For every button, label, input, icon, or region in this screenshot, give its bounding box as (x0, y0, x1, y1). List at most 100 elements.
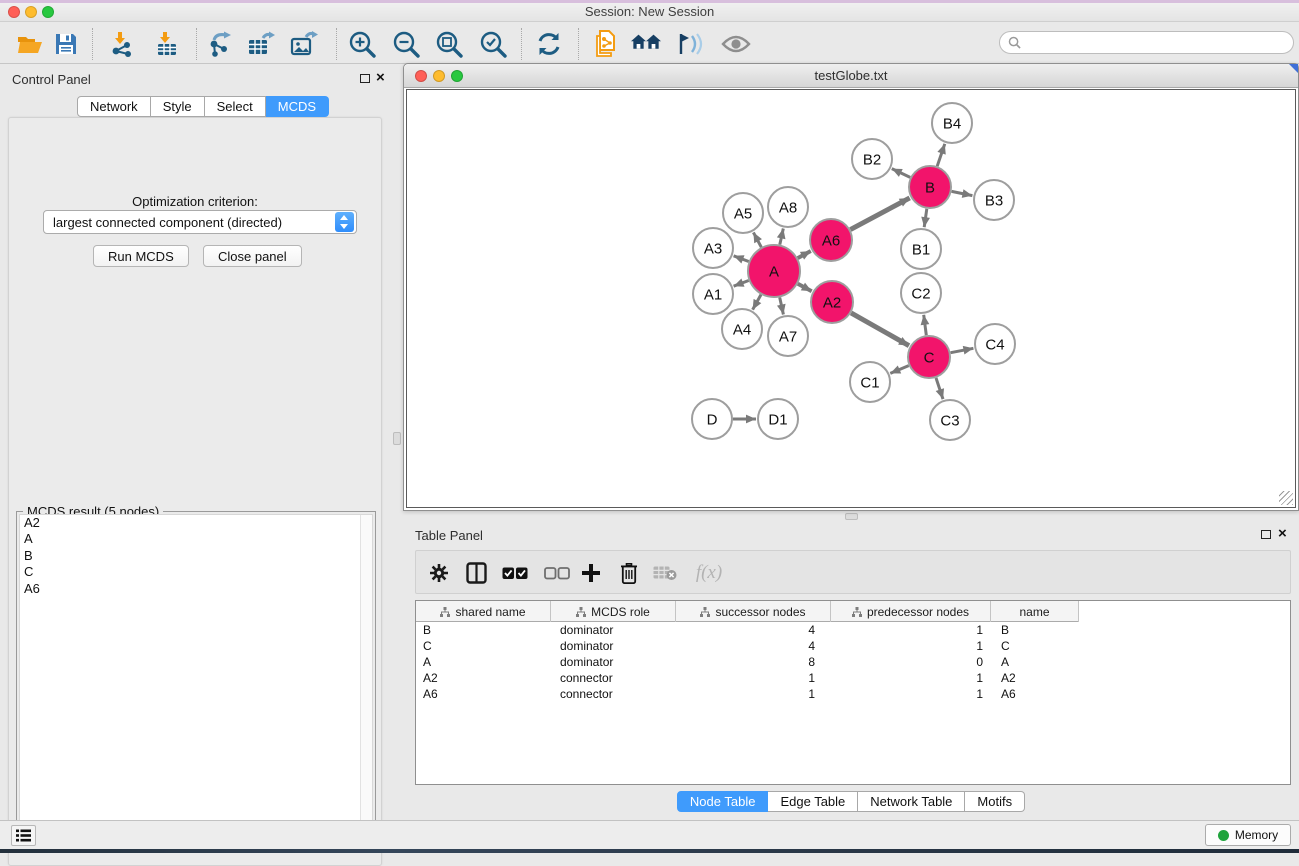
column-header-shared-name[interactable]: shared name (416, 601, 551, 622)
zoom-selected-icon[interactable] (478, 30, 508, 58)
tab-network-table[interactable]: Network Table (858, 791, 965, 812)
table-row[interactable]: Cdominator41C (416, 638, 1290, 654)
node-B1[interactable]: B1 (901, 229, 941, 269)
cell-shared-name[interactable]: A (416, 654, 551, 670)
edge-B-B1[interactable] (924, 209, 927, 227)
horizontal-splitter-handle[interactable] (845, 513, 858, 520)
edge-B-B3[interactable] (952, 191, 973, 195)
node-A5[interactable]: A5 (723, 193, 763, 233)
cell-MCDS-role[interactable]: dominator (551, 654, 676, 670)
tab-motifs[interactable]: Motifs (965, 791, 1025, 812)
edge-C-C2[interactable] (924, 315, 927, 335)
network-graph[interactable]: B4B2BB3A5A8A6A3B1AA1C2A2A4A7C4CC1C3DD1 (407, 90, 1297, 510)
control-panel-float-icon[interactable] (360, 74, 370, 83)
node-B4[interactable]: B4 (932, 103, 972, 143)
edge-B-B4[interactable] (937, 144, 945, 166)
edge-C-C4[interactable] (951, 348, 974, 352)
open-session-icon[interactable] (15, 30, 45, 58)
table-panel-close-icon[interactable]: × (1278, 525, 1287, 543)
column-header-predecessor-nodes[interactable]: predecessor nodes (831, 601, 991, 622)
column-header-MCDS-role[interactable]: MCDS role (551, 601, 676, 622)
node-D[interactable]: D (692, 399, 732, 439)
home-pages-icon[interactable] (631, 30, 661, 58)
table-row[interactable]: Adominator80A (416, 654, 1290, 670)
cell-name[interactable]: A6 (991, 686, 1079, 702)
mcds-result-item[interactable]: C (20, 564, 372, 580)
tab-style[interactable]: Style (151, 96, 205, 117)
export-image-icon[interactable] (289, 30, 319, 58)
column-header-successor-nodes[interactable]: successor nodes (676, 601, 831, 622)
node-B3[interactable]: B3 (974, 180, 1014, 220)
tab-mcds[interactable]: MCDS (266, 96, 329, 117)
run-mcds-button[interactable]: Run MCDS (93, 245, 189, 267)
cell-MCDS-role[interactable]: dominator (551, 638, 676, 654)
select-all-icon[interactable] (500, 558, 530, 588)
node-C4[interactable]: C4 (975, 324, 1015, 364)
column-header-name[interactable]: name (991, 601, 1079, 622)
import-network-icon[interactable] (107, 30, 137, 58)
memory-button[interactable]: Memory (1205, 824, 1291, 846)
close-panel-button[interactable]: Close panel (203, 245, 302, 267)
edge-A-A1[interactable] (734, 281, 749, 287)
cell-MCDS-role[interactable]: connector (551, 686, 676, 702)
node-B[interactable]: B (909, 166, 951, 208)
cell-MCDS-role[interactable]: dominator (551, 622, 676, 638)
node-A[interactable]: A (748, 245, 800, 297)
node-A7[interactable]: A7 (768, 316, 808, 356)
cell-MCDS-role[interactable]: connector (551, 670, 676, 686)
control-panel-close-icon[interactable]: × (376, 69, 385, 87)
mcds-result-item[interactable]: B (20, 548, 372, 564)
mcds-result-item[interactable]: A2 (20, 515, 372, 531)
mcds-result-list[interactable]: A2ABCA6 (19, 514, 373, 849)
delete-columns-icon[interactable] (614, 558, 644, 588)
network-minimize-traffic-light[interactable] (433, 70, 445, 82)
tab-node-table[interactable]: Node Table (677, 791, 769, 812)
node-A1[interactable]: A1 (693, 274, 733, 314)
cell-shared-name[interactable]: C (416, 638, 551, 654)
task-history-button[interactable] (11, 825, 36, 846)
export-table-icon[interactable] (246, 30, 276, 58)
app-zoom-traffic-light[interactable] (42, 6, 54, 18)
tab-network[interactable]: Network (77, 96, 151, 117)
network-window-titlebar[interactable]: testGlobe.txt (404, 64, 1298, 88)
tab-edge-table[interactable]: Edge Table (768, 791, 858, 812)
show-eye-icon[interactable] (721, 30, 751, 58)
node-A3[interactable]: A3 (693, 228, 733, 268)
export-network-icon[interactable] (204, 30, 234, 58)
edge-A-A5[interactable] (753, 232, 761, 247)
table-row[interactable]: A2connector11A2 (416, 670, 1290, 686)
edge-A-A6[interactable] (798, 251, 811, 258)
cell-successor-nodes[interactable]: 4 (676, 622, 831, 638)
edge-A2-C[interactable] (851, 313, 909, 346)
cell-successor-nodes[interactable]: 1 (676, 670, 831, 686)
vertical-splitter-handle[interactable] (393, 432, 401, 445)
cell-successor-nodes[interactable]: 1 (676, 686, 831, 702)
table-panel-float-icon[interactable] (1261, 530, 1271, 539)
create-column-icon[interactable] (576, 558, 606, 588)
cell-successor-nodes[interactable]: 4 (676, 638, 831, 654)
table-row[interactable]: Bdominator41B (416, 622, 1290, 638)
hide-graphics-details-icon[interactable] (675, 30, 705, 58)
tab-select[interactable]: Select (205, 96, 266, 117)
cell-predecessor-nodes[interactable]: 1 (831, 670, 991, 686)
app-minimize-traffic-light[interactable] (25, 6, 37, 18)
cell-name[interactable]: C (991, 638, 1079, 654)
criterion-dropdown[interactable]: largest connected component (directed) (43, 210, 357, 234)
cell-shared-name[interactable]: A2 (416, 670, 551, 686)
node-A2[interactable]: A2 (811, 281, 853, 323)
cell-successor-nodes[interactable]: 8 (676, 654, 831, 670)
cell-predecessor-nodes[interactable]: 0 (831, 654, 991, 670)
zoom-out-icon[interactable] (391, 30, 421, 58)
mcds-result-item[interactable]: A (20, 531, 372, 547)
node-C[interactable]: C (908, 336, 950, 378)
network-canvas[interactable]: B4B2BB3A5A8A6A3B1AA1C2A2A4A7C4CC1C3DD1 (406, 89, 1296, 508)
cell-shared-name[interactable]: B (416, 622, 551, 638)
app-close-traffic-light[interactable] (8, 6, 20, 18)
toolbar-search[interactable] (999, 31, 1294, 54)
cell-predecessor-nodes[interactable]: 1 (831, 638, 991, 654)
search-input[interactable] (1026, 36, 1293, 50)
node-A6[interactable]: A6 (810, 219, 852, 261)
table-row[interactable]: A6connector11A6 (416, 686, 1290, 702)
apply-layout-icon[interactable] (534, 30, 564, 58)
mcds-list-scrollbar[interactable] (360, 515, 372, 848)
